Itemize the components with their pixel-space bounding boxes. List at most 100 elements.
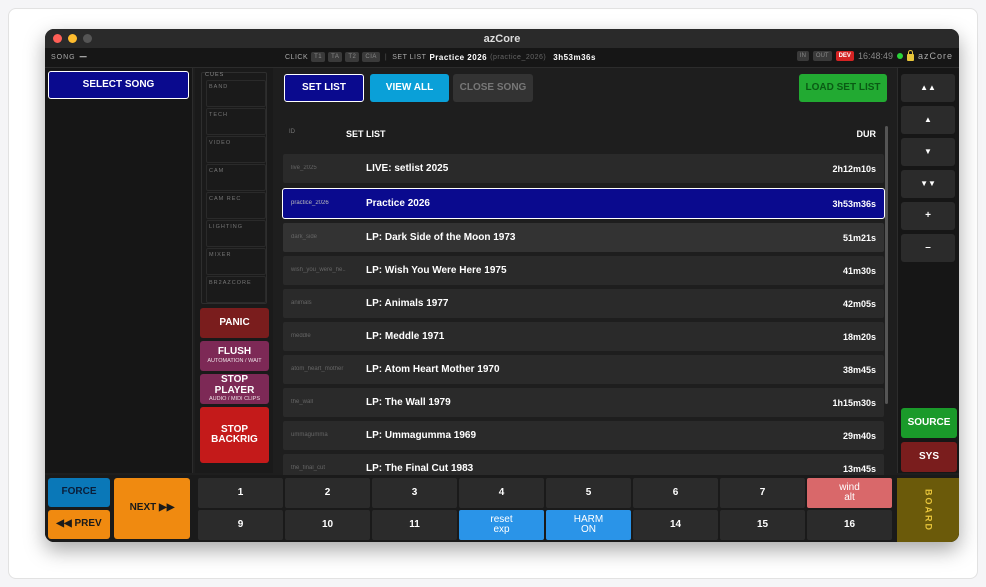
row-name: LP: Animals 1977 (366, 298, 449, 309)
plus-icon: + (925, 209, 931, 221)
row-id: practice_2026 (291, 200, 329, 206)
cue-cam-rec[interactable]: CAM REC (206, 192, 266, 219)
cue-mixer[interactable]: MIXER (206, 248, 266, 275)
minus-icon: – (925, 241, 931, 253)
row-id: dark_side (291, 234, 318, 240)
close-song-label: CLOSE SONG (459, 81, 527, 93)
click-chip-ta[interactable]: TA (328, 52, 343, 62)
minimize-window-button[interactable] (68, 34, 77, 43)
cue-video[interactable]: VIDEO (206, 136, 266, 163)
table-row[interactable]: dark_side LP: Dark Side of the Moon 1973… (283, 223, 884, 252)
source-button[interactable]: SOURCE (901, 408, 957, 438)
load-set-list-label: LOAD SET LIST (805, 81, 881, 93)
set-list-tab-label: SET LIST (302, 81, 346, 93)
click-chip-t2[interactable]: T2 (345, 52, 360, 62)
table-row-selected[interactable]: practice_2026 Practice 2026 3h53m36s (282, 188, 885, 219)
view-all-label: VIEW ALL (385, 81, 434, 93)
row-id: the_wall (291, 399, 314, 405)
cues-title: CUES (205, 72, 225, 78)
down-arrow-icon: ▼ (924, 146, 932, 156)
pad-16[interactable]: 16 (807, 510, 892, 540)
pad-14[interactable]: 14 (633, 510, 718, 540)
close-window-button[interactable] (53, 34, 62, 43)
row-id: meddle (291, 333, 311, 339)
table-row[interactable]: ummagumma LP: Ummagumma 1969 29m40s (283, 421, 884, 450)
row-duration: 41m30s (842, 266, 876, 276)
row-id: ummagumma (291, 432, 328, 438)
prev-label: ◀◀ PREV (56, 518, 102, 530)
move-up-button[interactable]: ▲ (901, 106, 955, 134)
pad-4[interactable]: 4 (459, 478, 544, 508)
cue-tech[interactable]: TECH (206, 108, 266, 135)
cue-cam[interactable]: CAM (206, 164, 266, 191)
click-chip-t1[interactable]: T1 (311, 52, 326, 62)
pad-wind-alt[interactable]: wind alt (807, 478, 892, 508)
pad-on-label: ON (581, 524, 596, 535)
cues-panel: CUES BAND TECH VIDEO CAM CAM REC LIGHTIN… (201, 72, 267, 304)
column-id-header: ID (289, 129, 295, 135)
panic-button[interactable]: PANIC (200, 308, 269, 338)
table-row[interactable]: animals LP: Animals 1977 42m05s (283, 289, 884, 318)
online-status-dot (896, 53, 903, 59)
table-row[interactable]: atom_heart_mother LP: Atom Heart Mother … (283, 355, 884, 384)
click-chip-cia[interactable]: CIA (362, 52, 380, 62)
row-name: LP: Meddle 1971 (366, 331, 445, 342)
setlist-label: SET LIST (392, 53, 427, 61)
next-button[interactable]: NEXT ▶▶ (114, 478, 190, 539)
sys-button[interactable]: SYS (901, 442, 957, 472)
up-arrow-icon: ▲ (924, 114, 932, 124)
cue-br2azcore[interactable]: BR2AZCORE (206, 276, 266, 303)
row-name: Practice 2026 (366, 198, 430, 209)
force-button[interactable]: FORCE (48, 478, 110, 507)
table-row[interactable]: meddle LP: Meddle 1971 18m20s (283, 322, 884, 351)
zoom-window-button[interactable] (83, 34, 92, 43)
pad-6[interactable]: 6 (633, 478, 718, 508)
table-row[interactable]: the_wall LP: The Wall 1979 1h15m30s (283, 388, 884, 417)
flush-button[interactable]: FLUSH AUTOMATION / WAIT (200, 341, 269, 371)
move-down-button[interactable]: ▼ (901, 138, 955, 166)
pad-15[interactable]: 15 (720, 510, 805, 540)
click-and-setlist-status: CLICK T1 TA T2 CIA | SET LIST Practice 2… (285, 52, 596, 62)
prev-button[interactable]: ◀◀ PREV (48, 510, 110, 539)
in-indicator: IN (796, 51, 809, 61)
force-label: FORCE (61, 486, 97, 498)
row-name: LP: Ummagumma 1969 (366, 430, 477, 441)
table-row[interactable]: wish_you_were_he... LP: Wish You Were He… (283, 256, 884, 285)
next-label: NEXT ▶▶ (129, 502, 175, 514)
panic-label: PANIC (219, 316, 250, 328)
board-button[interactable]: BOARD (897, 478, 959, 542)
view-all-button[interactable]: VIEW ALL (370, 74, 449, 102)
close-song-button[interactable]: CLOSE SONG (453, 74, 533, 102)
source-label: SOURCE (907, 416, 951, 428)
set-list-tab[interactable]: SET LIST (284, 74, 364, 102)
stop-player-button[interactable]: STOP PLAYER AUDIO / MIDI CLIPS (200, 374, 269, 404)
pad-10[interactable]: 10 (285, 510, 370, 540)
pad-2[interactable]: 2 (285, 478, 370, 508)
jump-top-button[interactable]: ▲▲ (901, 74, 955, 102)
song-value: — (79, 54, 88, 61)
cue-lighting[interactable]: LIGHTING (206, 220, 266, 247)
stop-backrig-button[interactable]: STOP BACKRIG (200, 407, 269, 463)
minus-button[interactable]: – (901, 234, 955, 262)
lock-icon[interactable] (906, 49, 914, 61)
pad-7[interactable]: 7 (720, 478, 805, 508)
pad-5[interactable]: 5 (546, 478, 631, 508)
select-song-button[interactable]: SELECT SONG (48, 71, 189, 99)
pad-reset-exp[interactable]: reset exp (459, 510, 544, 540)
table-scrollbar[interactable] (885, 126, 888, 404)
divider: | (384, 53, 388, 61)
pad-9[interactable]: 9 (198, 510, 283, 540)
plus-button[interactable]: + (901, 202, 955, 230)
pad-1[interactable]: 1 (198, 478, 283, 508)
song-label: SONG (51, 54, 76, 61)
table-row[interactable]: live_2025 LIVE: setlist 2025 2h12m10s (283, 154, 884, 183)
row-duration: 3h53m36s (832, 199, 876, 209)
pad-harm-on[interactable]: HARM ON (546, 510, 631, 540)
pad-11[interactable]: 11 (372, 510, 457, 540)
pad-3[interactable]: 3 (372, 478, 457, 508)
cue-band[interactable]: BAND (206, 80, 266, 107)
row-name: LP: The Final Cut 1983 (366, 463, 474, 474)
load-set-list-button[interactable]: LOAD SET LIST (799, 74, 887, 102)
row-id: wish_you_were_he... (291, 267, 346, 273)
jump-bottom-button[interactable]: ▼▼ (901, 170, 955, 198)
